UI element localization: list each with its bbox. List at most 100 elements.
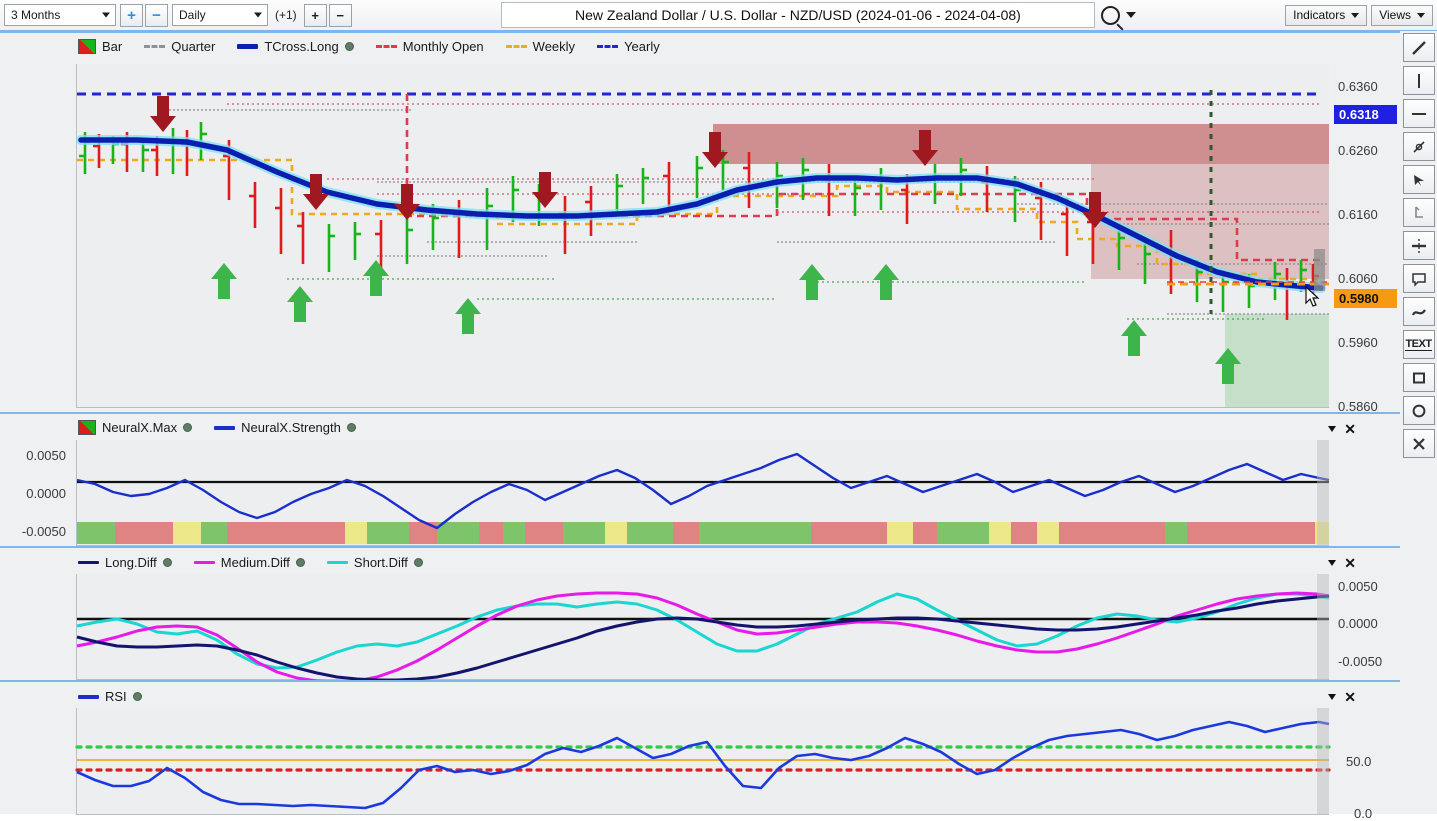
close-icon[interactable]: ✕ [1344,690,1356,704]
delete-tool-button[interactable] [1402,429,1435,458]
range-increase-button[interactable]: + [120,3,143,27]
symbol-title-field[interactable]: New Zealand Dollar / U.S. Dollar - NZD/U… [500,2,1095,28]
offset-decrease-button[interactable]: − [328,3,352,27]
text-tool-button[interactable]: TEXT [1402,330,1435,359]
settings-dot-icon[interactable] [346,423,356,432]
legend-item-rsi[interactable]: RSI [78,689,142,704]
neuralx-panel: NeuralX.Max NeuralX.Strength ✕ 0.0050 0.… [0,412,1400,546]
rsi-y-axis: 50.0 0.0 [1334,708,1398,821]
rsi-panel-controls: ✕ [1328,690,1356,704]
range-decrease-button[interactable]: − [145,3,168,27]
legend-item-bar[interactable]: Bar [78,39,122,54]
legend-label: NeuralX.Strength [241,420,341,435]
rsi-panel-legend: RSI [78,689,142,704]
rectangle-tool-button[interactable] [1402,363,1435,392]
chart-application-window: 3 Months + − Daily (+1) + − New Zealand … [0,0,1437,821]
y-tick: 0.6060 [1338,271,1378,286]
weekly-swatch-icon [505,45,527,48]
demand-zone [1225,314,1329,407]
neuralx-plot-area[interactable] [76,440,1330,546]
neuralx-panel-controls: ✕ [1328,422,1356,436]
panel-divider [0,31,1400,33]
legend-item-monthly-open[interactable]: Monthly Open [375,39,484,54]
legend-item-medium-diff[interactable]: Medium.Diff [193,555,305,570]
settings-dot-icon[interactable] [344,42,354,51]
quarter-swatch-icon [144,45,166,48]
interval-select[interactable]: Daily [172,4,268,26]
diff-panel-legend: Long.Diff Medium.Diff Short.Diff [78,555,423,570]
views-label: Views [1379,8,1411,22]
diff-chart-svg [76,574,1330,684]
diff-plot-area[interactable] [76,574,1330,684]
legend-item-weekly[interactable]: Weekly [505,39,575,54]
high-price-tag: 0.6318 [1334,105,1397,124]
legend-item-quarter[interactable]: Quarter [144,39,215,54]
settings-dot-icon[interactable] [132,692,142,701]
range-select[interactable]: 3 Months [4,4,116,26]
horizontal-line-tool-button[interactable] [1402,99,1435,128]
neuralx-y-axis: 0.0050 0.0000 -0.0050 [0,440,70,545]
legend-item-tcross-long[interactable]: TCross.Long [237,39,354,54]
settings-dot-icon[interactable] [183,423,193,432]
search-chevron-down-icon[interactable] [1125,12,1136,18]
price-panel: Bar Quarter TCross.Long Monthly Open Wee… [0,31,1400,427]
indicators-button[interactable]: Indicators [1285,4,1368,26]
panel-divider [0,680,1400,682]
y-tick: 0.0000 [1338,616,1378,631]
legend-item-neuralx-max[interactable]: NeuralX.Max [78,420,193,435]
legend-label: Medium.Diff [220,555,290,570]
offset-increase-button[interactable]: + [303,3,327,27]
legend-item-neuralx-strength[interactable]: NeuralX.Strength [214,420,356,435]
diff-panel-controls: ✕ [1328,556,1356,570]
short-diff-swatch-icon [326,561,348,564]
legend-item-yearly[interactable]: Yearly [597,39,660,54]
trendline-tool-button[interactable] [1402,33,1435,62]
close-icon[interactable]: ✕ [1344,556,1356,570]
settings-dot-icon[interactable] [413,558,423,567]
crosshair-tool-button[interactable] [1402,231,1435,260]
arrow-tool-button[interactable] [1402,165,1435,194]
last-bar-highlight [1317,708,1329,814]
legend-label: Short.Diff [353,555,408,570]
vertical-line-tool-button[interactable] [1402,66,1435,95]
medium-diff-line [76,591,1330,684]
top-toolbar: 3 Months + − Daily (+1) + − New Zealand … [0,0,1437,31]
indicators-label: Indicators [1293,8,1346,22]
text-tool-label: TEXT [1405,338,1432,351]
y-tick: 0.5960 [1338,335,1378,350]
drawing-tools-rail: TEXT [1400,33,1437,458]
chevron-down-icon[interactable] [1328,694,1337,700]
legend-label: Long.Diff [105,555,157,570]
ray-tool-button[interactable] [1402,132,1435,161]
neuralx-max-swatch-icon [78,420,96,435]
y-tick: 0.0050 [26,448,66,463]
views-button[interactable]: Views [1371,4,1433,26]
rsi-swatch-icon [78,694,99,699]
search-icon[interactable] [1100,5,1120,25]
chevron-down-icon[interactable] [1328,426,1337,432]
settings-dot-icon[interactable] [162,558,172,567]
medium-diff-swatch-icon [193,561,215,564]
legend-item-short-diff[interactable]: Short.Diff [326,555,423,570]
price-plot-area[interactable] [76,64,1329,408]
rsi-line [76,720,1330,810]
legend-item-long-diff[interactable]: Long.Diff [78,555,172,570]
callout-tool-button[interactable] [1402,264,1435,293]
y-tick: 0.0000 [26,486,66,501]
chevron-down-icon[interactable] [1328,560,1337,566]
resistance-zone [713,124,1329,164]
y-tick: -0.0050 [21,524,66,539]
neuralx-panel-legend: NeuralX.Max NeuralX.Strength [78,420,356,435]
fibonacci-tool-button[interactable] [1402,198,1435,227]
neuralx-strength-line [76,452,1330,530]
close-icon[interactable]: ✕ [1344,422,1356,436]
green-structure-lines [287,278,1267,320]
legend-label: RSI [105,689,127,704]
legend-label: NeuralX.Max [102,420,178,435]
price-panel-legend: Bar Quarter TCross.Long Monthly Open Wee… [78,39,660,54]
curve-tool-button[interactable] [1402,297,1435,326]
settings-dot-icon[interactable] [295,558,305,567]
ellipse-tool-button[interactable] [1402,396,1435,425]
y-tick: -0.0050 [1338,654,1383,669]
rsi-plot-area[interactable] [75,708,1331,815]
